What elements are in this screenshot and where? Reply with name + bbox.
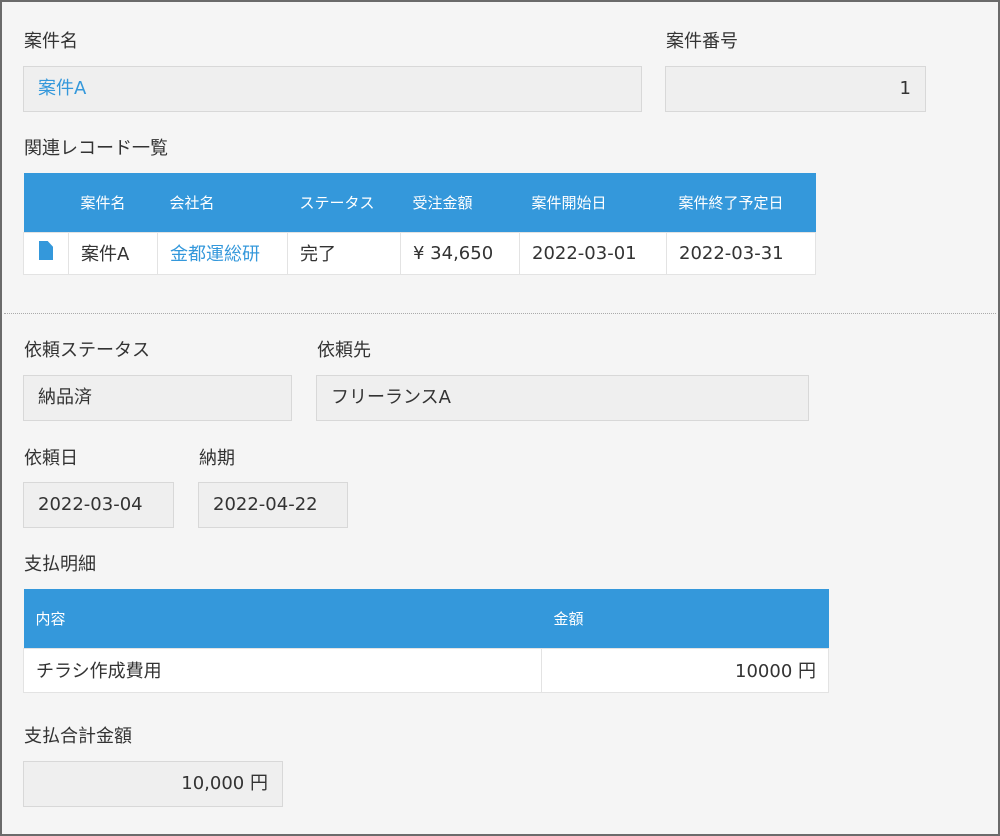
document-icon[interactable]: [39, 241, 53, 260]
payment-total-label: 支払合計金額: [24, 726, 132, 747]
due-date-label: 納期: [199, 448, 235, 469]
row-status: 完了: [287, 231, 401, 275]
payment-details-label: 支払明細: [24, 554, 96, 575]
record-detail-panel: 案件名 案件A 案件番号 1 関連レコード一覧 案件名 会社名 ステータス 受注…: [0, 0, 1000, 836]
record-link-cell[interactable]: [23, 231, 69, 275]
header-status: ステータス: [287, 173, 401, 232]
request-date-label: 依頼日: [24, 448, 78, 469]
section-divider: [4, 313, 996, 314]
header-case-name: 案件名: [68, 173, 158, 232]
payment-header-row: 内容 金額: [23, 589, 829, 648]
case-name-field[interactable]: 案件A: [23, 66, 642, 112]
row-payment-amount: 10000 円: [541, 647, 829, 693]
header-content: 内容: [23, 589, 542, 648]
table-row: 案件A 金都運総研 完了 ¥ 34,650 2022-03-01 2022-03…: [23, 231, 816, 275]
case-name-label: 案件名: [24, 31, 78, 52]
request-date-field: 2022-03-04: [23, 482, 174, 528]
header-start-date: 案件開始日: [519, 173, 667, 232]
payment-details-table: 内容 金額 チラシ作成費用 10000 円: [23, 589, 829, 693]
row-start-date: 2022-03-01: [519, 231, 667, 275]
due-date-field: 2022-04-22: [198, 482, 348, 528]
row-amount: ¥ 34,650: [400, 231, 520, 275]
request-status-label: 依頼ステータス: [24, 340, 150, 361]
case-name-link[interactable]: 案件A: [38, 78, 86, 99]
header-end-date: 案件終了予定日: [666, 173, 816, 232]
request-to-field: フリーランスA: [316, 375, 809, 421]
related-records-header-row: 案件名 会社名 ステータス 受注金額 案件開始日 案件終了予定日: [23, 173, 816, 232]
related-records-table: 案件名 会社名 ステータス 受注金額 案件開始日 案件終了予定日 案件A 金都運…: [23, 173, 816, 275]
header-spacer: [23, 173, 69, 232]
request-to-label: 依頼先: [317, 340, 371, 361]
related-records-label: 関連レコード一覧: [24, 138, 168, 159]
header-amount: 受注金額: [400, 173, 520, 232]
header-payment-amount: 金額: [541, 589, 829, 648]
case-number-label: 案件番号: [666, 31, 738, 52]
request-status-field: 納品済: [23, 375, 292, 421]
table-row: チラシ作成費用 10000 円: [23, 647, 829, 693]
row-company-link[interactable]: 金都運総研: [157, 231, 288, 275]
row-content: チラシ作成費用: [23, 647, 542, 693]
row-case-name: 案件A: [68, 231, 158, 275]
payment-total-field: 10,000 円: [23, 761, 283, 807]
case-number-field: 1: [665, 66, 926, 112]
row-end-date: 2022-03-31: [666, 231, 816, 275]
header-company: 会社名: [157, 173, 288, 232]
